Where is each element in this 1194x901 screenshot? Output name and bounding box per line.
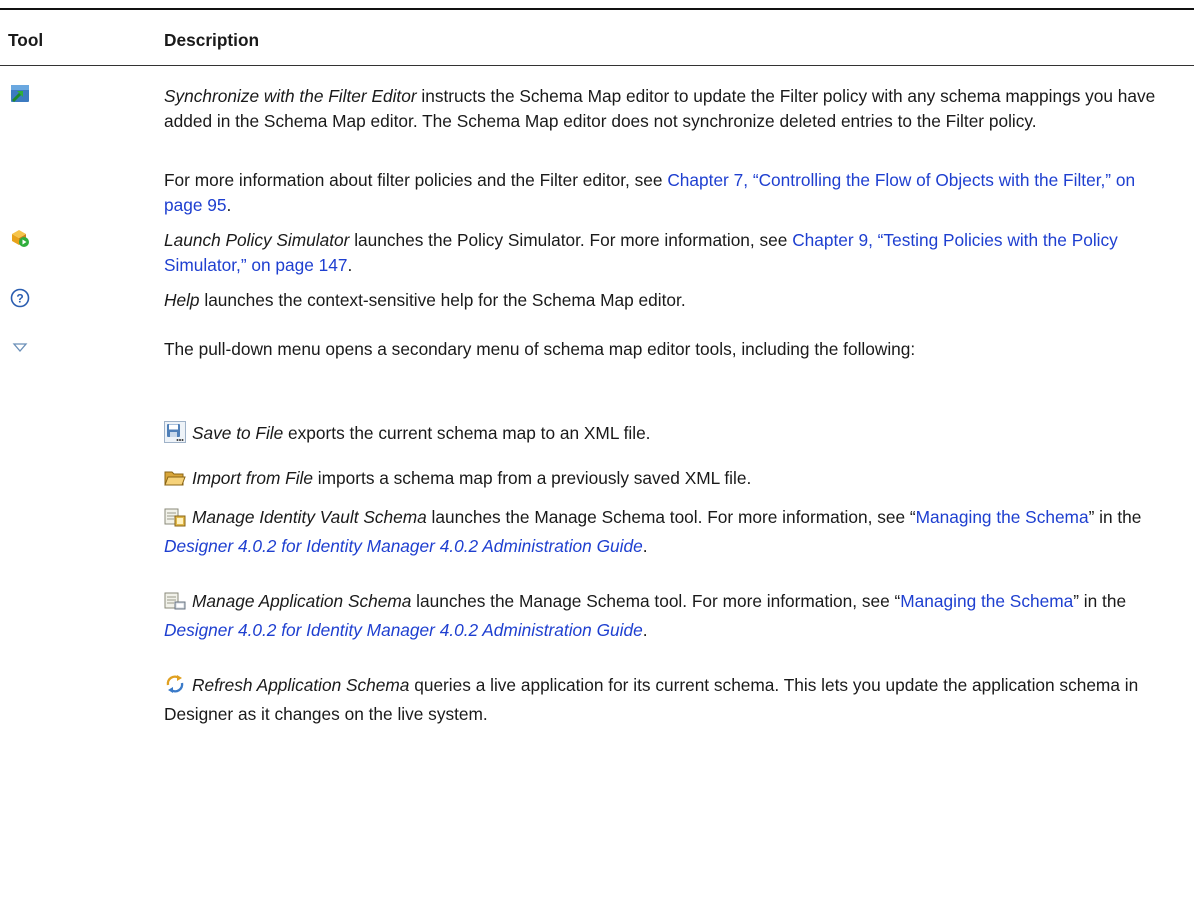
app-guide-link[interactable]: Designer 4.0.2 for Identity Manager 4.0.… [164, 620, 643, 640]
launch-policy-simulator-icon [10, 228, 30, 248]
app-mid: ” in the [1073, 591, 1127, 611]
sync-description: Synchronize with the Filter Editor instr… [164, 84, 1174, 134]
help-description: Help launches the context-sensitive help… [164, 288, 1174, 313]
sync-more-suffix: . [226, 195, 232, 215]
vault-managing-schema-link[interactable]: Managing the Schema [916, 507, 1089, 527]
help-title: Help [164, 290, 200, 310]
import-text: imports a schema map from a previously s… [313, 468, 752, 488]
sync-more-info: For more information about filter polici… [164, 168, 1174, 218]
save-to-file-icon [164, 421, 186, 450]
save-text: exports the current schema map to an XML… [283, 423, 651, 443]
help-icon: ? [10, 288, 30, 308]
menu-description: The pull-down menu opens a secondary men… [164, 339, 916, 359]
app-managing-schema-link[interactable]: Managing the Schema [900, 591, 1073, 611]
table-header-rule [0, 65, 1194, 66]
column-header-description: Description [164, 30, 260, 50]
vault-mid: ” in the [1088, 507, 1142, 527]
sync-more-prefix: For more information about filter polici… [164, 170, 668, 190]
simulator-description: Launch Policy Simulator launches the Pol… [164, 228, 1174, 278]
save-title: Save to File [192, 423, 284, 443]
refresh-application-schema-icon [164, 673, 186, 702]
pull-down-menu-icon [10, 337, 30, 357]
import-from-file-icon [164, 468, 186, 495]
menu-item-manage-vault: Manage Identity Vault Schema launches th… [164, 505, 1174, 559]
simulator-text: launches the Policy Simulator. For more … [349, 230, 793, 250]
manage-application-schema-icon [164, 591, 186, 618]
refresh-title: Refresh Application Schema [192, 675, 410, 695]
svg-text:?: ? [16, 292, 23, 306]
vault-suffix: . [642, 536, 648, 556]
app-title: Manage Application Schema [192, 591, 412, 611]
vault-title: Manage Identity Vault Schema [192, 507, 427, 527]
column-header-tool: Tool [8, 30, 44, 50]
help-text: launches the context-sensitive help for … [199, 290, 686, 310]
menu-item-import: Import from File imports a schema map fr… [164, 466, 1174, 495]
simulator-title: Launch Policy Simulator [164, 230, 350, 250]
menu-item-refresh: Refresh Application Schema queries a liv… [164, 673, 1174, 727]
sync-title: Synchronize with the Filter Editor [164, 86, 417, 106]
synchronize-filter-icon [10, 84, 30, 104]
app-text: launches the Manage Schema tool. For mor… [411, 591, 901, 611]
import-title: Import from File [192, 468, 313, 488]
app-suffix: . [642, 620, 648, 640]
vault-guide-link[interactable]: Designer 4.0.2 for Identity Manager 4.0.… [164, 536, 643, 556]
simulator-suffix: . [347, 255, 353, 275]
menu-item-manage-app: Manage Application Schema launches the M… [164, 589, 1174, 643]
menu-item-save: Save to File exports the current schema … [164, 421, 1174, 450]
table-top-rule [0, 8, 1194, 10]
manage-identity-vault-schema-icon [164, 507, 186, 534]
vault-text: launches the Manage Schema tool. For mor… [426, 507, 916, 527]
